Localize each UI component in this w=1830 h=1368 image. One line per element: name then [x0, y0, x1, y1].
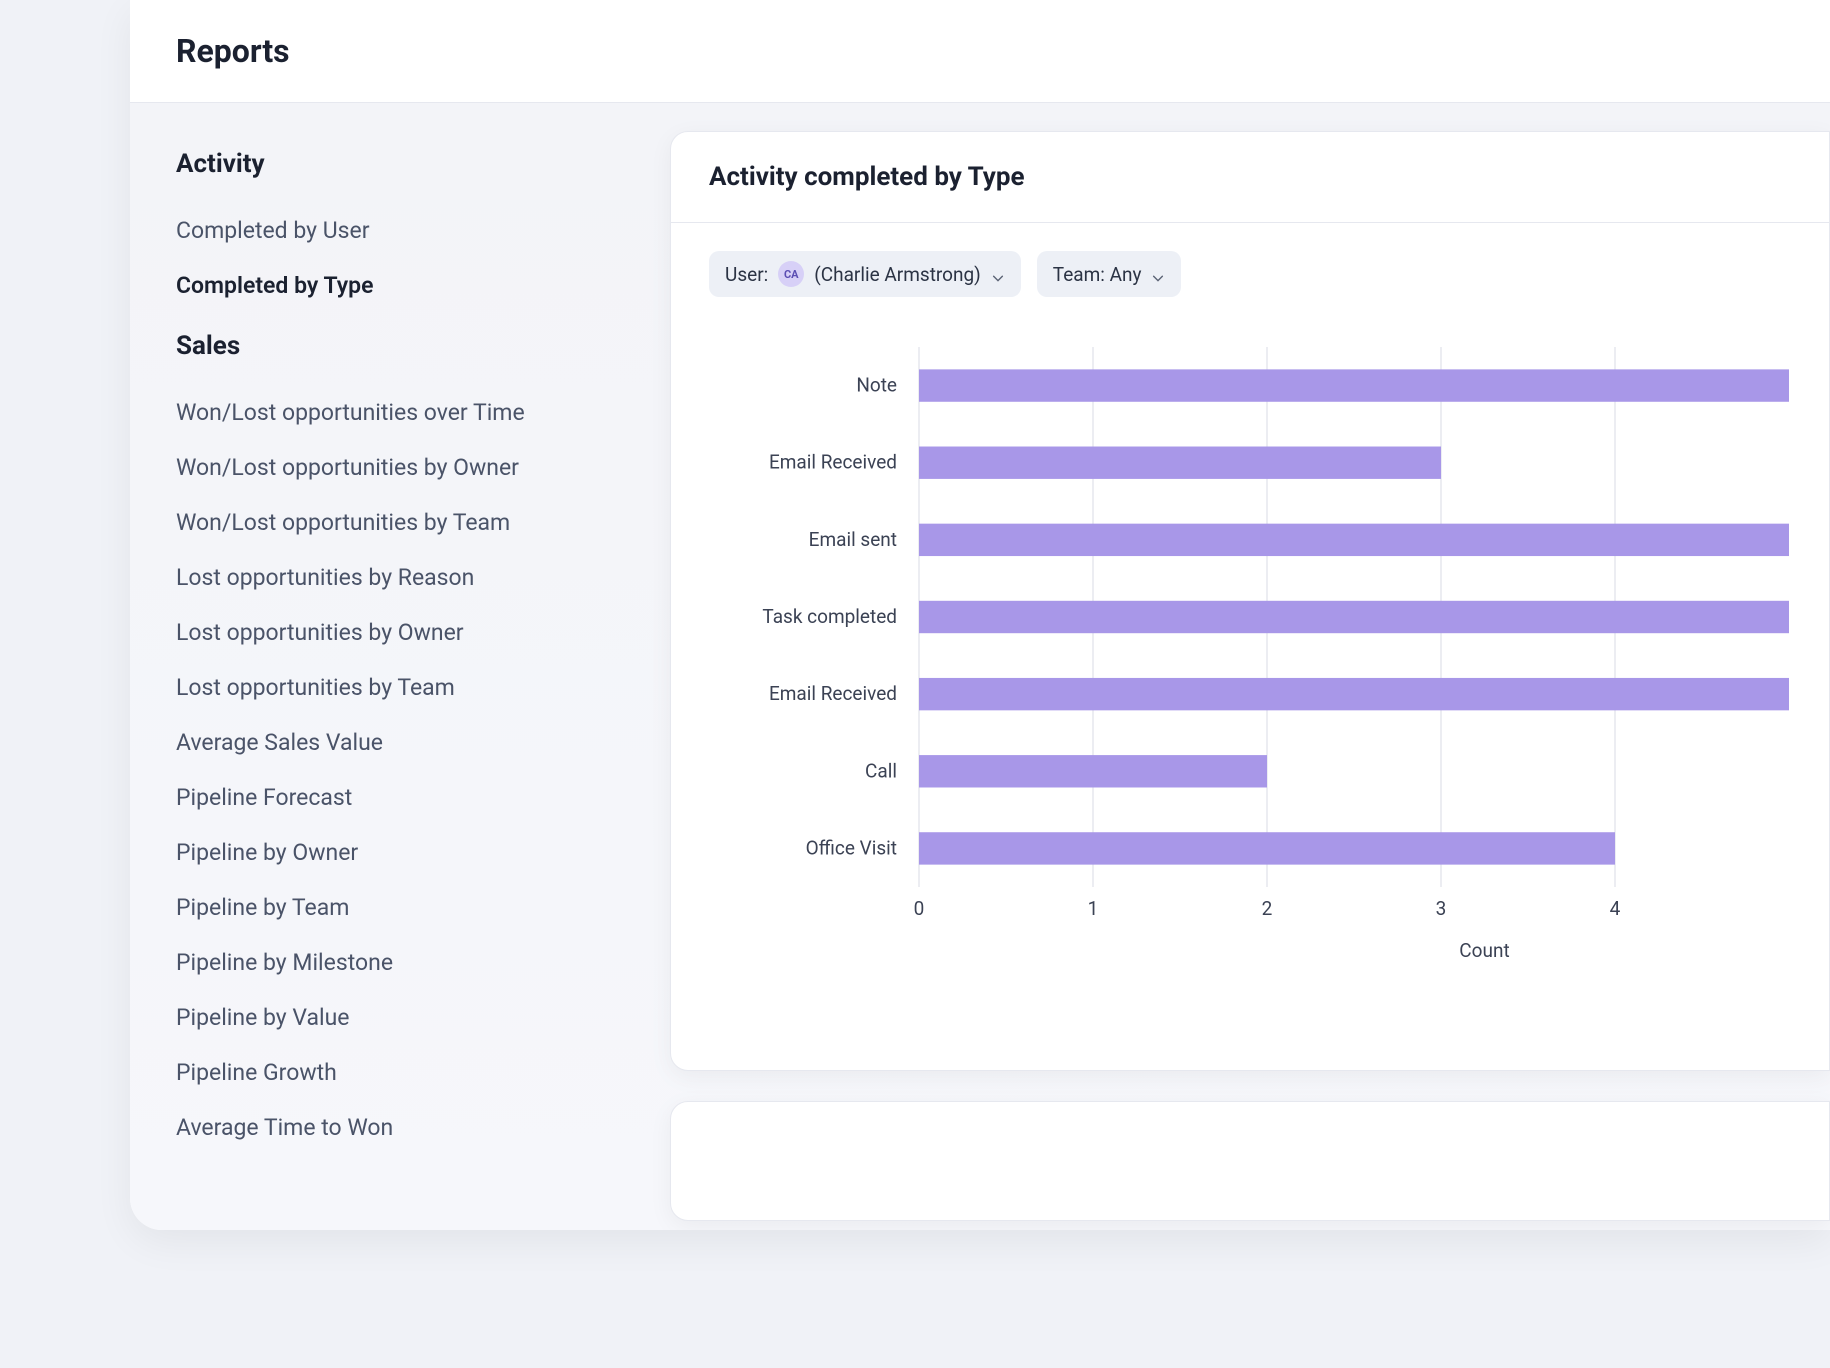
sidebar-item[interactable]: Won/Lost opportunities by Team: [176, 495, 624, 550]
sidebar-item[interactable]: Pipeline by Milestone: [176, 935, 624, 990]
bar[interactable]: [919, 369, 1789, 401]
y-tick-label: Note: [856, 374, 897, 397]
chart-header: Activity completed by Type: [671, 132, 1829, 223]
secondary-card: [670, 1101, 1830, 1221]
y-tick-label: Email Received: [769, 682, 897, 705]
bar[interactable]: [919, 447, 1441, 479]
sidebar-item[interactable]: Pipeline Growth: [176, 1045, 624, 1100]
sidebar-item[interactable]: Won/Lost opportunities over Time: [176, 385, 624, 440]
y-tick-label: Email Received: [769, 451, 897, 474]
bar[interactable]: [919, 524, 1789, 556]
sidebar-item[interactable]: Completed by Type: [176, 258, 624, 313]
header: Reports: [130, 0, 1830, 103]
y-tick-label: Email sent: [809, 528, 897, 551]
main-card: Reports Activity Completed by UserComplet…: [130, 0, 1830, 1230]
filter-team-label: Team: Any: [1053, 263, 1142, 286]
chart-area: 0 1 2 3 4 Note Email Received Email sent Task co…: [671, 307, 1829, 1011]
sidebar-item[interactable]: Lost opportunities by Reason: [176, 550, 624, 605]
section-title: Activity: [176, 149, 624, 179]
content: Activity completed by Type User: CA (Cha…: [670, 103, 1830, 1230]
sidebar-item[interactable]: Completed by User: [176, 203, 624, 258]
filter-user-label: User:: [725, 263, 768, 286]
chart-title: Activity completed by Type: [709, 162, 1791, 192]
sidebar-item[interactable]: Average Time to Won: [176, 1100, 624, 1155]
section-title: Sales: [176, 331, 624, 361]
chevron-down-icon: [1151, 267, 1165, 281]
filters: User: CA (Charlie Armstrong) Team: Any: [671, 223, 1829, 307]
sidebar-item[interactable]: Average Sales Value: [176, 715, 624, 770]
y-tick-label: Call: [865, 759, 897, 782]
sidebar-item[interactable]: Lost opportunities by Owner: [176, 605, 624, 660]
sidebar-item[interactable]: Pipeline by Owner: [176, 825, 624, 880]
filter-user-name: (Charlie Armstrong): [814, 263, 981, 286]
avatar-badge: CA: [778, 261, 804, 287]
filter-team[interactable]: Team: Any: [1037, 251, 1182, 297]
page-title: Reports: [176, 32, 1784, 70]
x-axis-title: Count: [1459, 939, 1509, 962]
bar-chart: 0 1 2 3 4 Note Email Received Email sent Task co…: [709, 337, 1829, 977]
bar[interactable]: [919, 755, 1267, 787]
bar[interactable]: [919, 601, 1789, 633]
sidebar-item[interactable]: Won/Lost opportunities by Owner: [176, 440, 624, 495]
x-tick-label: 4: [1610, 897, 1621, 920]
bar[interactable]: [919, 832, 1615, 864]
bar[interactable]: [919, 678, 1789, 710]
x-tick-label: 0: [914, 897, 925, 920]
filter-user[interactable]: User: CA (Charlie Armstrong): [709, 251, 1021, 297]
chart-card: Activity completed by Type User: CA (Cha…: [670, 131, 1830, 1071]
y-tick-label: Office Visit: [806, 836, 897, 859]
body: Activity Completed by UserCompleted by Ty…: [130, 103, 1830, 1230]
y-tick-label: Task completed: [762, 605, 897, 628]
x-tick-label: 3: [1436, 897, 1447, 920]
chevron-down-icon: [991, 267, 1005, 281]
sidebar: Activity Completed by UserCompleted by Ty…: [130, 103, 670, 1230]
sidebar-item[interactable]: Pipeline by Value: [176, 990, 624, 1045]
sidebar-item[interactable]: Pipeline by Team: [176, 880, 624, 935]
sidebar-item[interactable]: Pipeline Forecast: [176, 770, 624, 825]
sidebar-item[interactable]: Lost opportunities by Team: [176, 660, 624, 715]
x-tick-label: 1: [1088, 897, 1099, 920]
x-tick-label: 2: [1262, 897, 1273, 920]
